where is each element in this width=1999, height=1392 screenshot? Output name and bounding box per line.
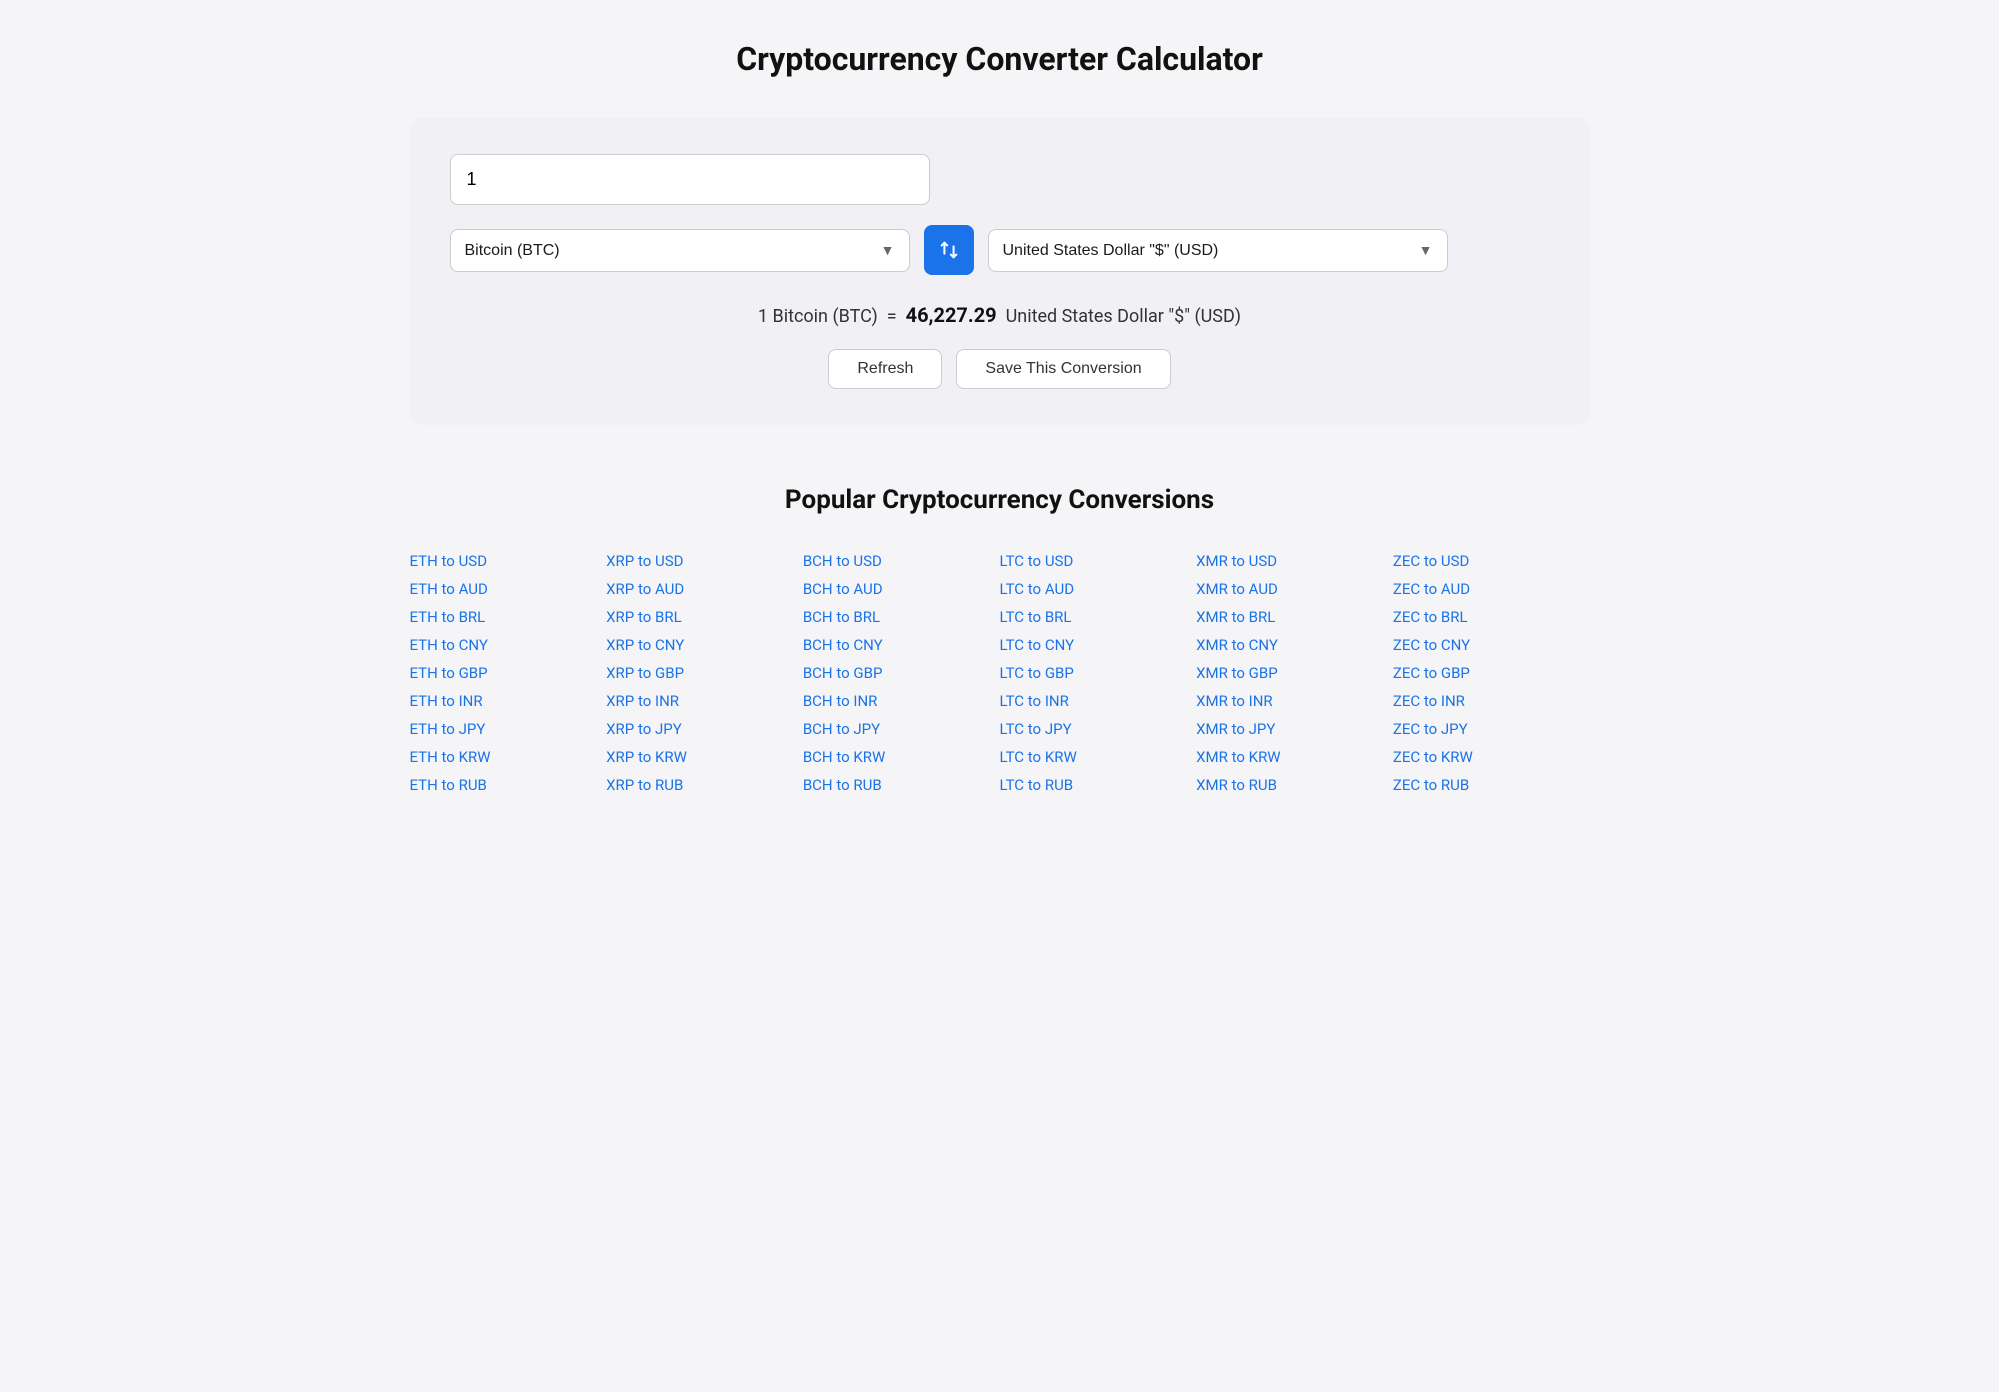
list-item[interactable]: XRP to AUD bbox=[606, 575, 803, 603]
list-item[interactable]: XRP to RUB bbox=[606, 771, 803, 799]
list-item[interactable]: XMR to RUB bbox=[1196, 771, 1393, 799]
list-item[interactable]: XMR to JPY bbox=[1196, 715, 1393, 743]
swap-button[interactable] bbox=[924, 225, 974, 275]
selectors-row: Bitcoin (BTC) ▼ United States Dollar "$"… bbox=[450, 225, 1550, 275]
list-item[interactable]: XMR to KRW bbox=[1196, 743, 1393, 771]
list-item[interactable]: ZEC to INR bbox=[1393, 687, 1590, 715]
list-item[interactable]: XRP to USD bbox=[606, 547, 803, 575]
conversions-grid: ETH to USDETH to AUDETH to BRLETH to CNY… bbox=[410, 547, 1590, 799]
list-item[interactable]: LTC to AUD bbox=[1000, 575, 1197, 603]
list-item[interactable]: ZEC to CNY bbox=[1393, 631, 1590, 659]
list-item[interactable]: ZEC to USD bbox=[1393, 547, 1590, 575]
list-item[interactable]: XMR to USD bbox=[1196, 547, 1393, 575]
list-item[interactable]: LTC to BRL bbox=[1000, 603, 1197, 631]
list-item[interactable]: ZEC to RUB bbox=[1393, 771, 1590, 799]
page-title: Cryptocurrency Converter Calculator bbox=[410, 40, 1590, 78]
list-item[interactable]: ETH to INR bbox=[410, 687, 607, 715]
save-conversion-button[interactable]: Save This Conversion bbox=[956, 349, 1170, 389]
result-from-label: 1 Bitcoin (BTC) bbox=[758, 306, 878, 327]
list-item[interactable]: BCH to USD bbox=[803, 547, 1000, 575]
list-item[interactable]: ETH to CNY bbox=[410, 631, 607, 659]
conversion-column-0: ETH to USDETH to AUDETH to BRLETH to CNY… bbox=[410, 547, 607, 799]
list-item[interactable]: LTC to INR bbox=[1000, 687, 1197, 715]
list-item[interactable]: ZEC to KRW bbox=[1393, 743, 1590, 771]
list-item[interactable]: LTC to KRW bbox=[1000, 743, 1197, 771]
refresh-button[interactable]: Refresh bbox=[828, 349, 942, 389]
list-item[interactable]: BCH to GBP bbox=[803, 659, 1000, 687]
list-item[interactable]: BCH to BRL bbox=[803, 603, 1000, 631]
list-item[interactable]: ETH to GBP bbox=[410, 659, 607, 687]
list-item[interactable]: ETH to JPY bbox=[410, 715, 607, 743]
action-buttons: Refresh Save This Conversion bbox=[450, 349, 1550, 389]
list-item[interactable]: XRP to JPY bbox=[606, 715, 803, 743]
list-item[interactable]: XRP to INR bbox=[606, 687, 803, 715]
list-item[interactable]: XRP to KRW bbox=[606, 743, 803, 771]
list-item[interactable]: ETH to BRL bbox=[410, 603, 607, 631]
list-item[interactable]: ETH to KRW bbox=[410, 743, 607, 771]
conversion-column-5: ZEC to USDZEC to AUDZEC to BRLZEC to CNY… bbox=[1393, 547, 1590, 799]
list-item[interactable]: ETH to AUD bbox=[410, 575, 607, 603]
result-row: 1 Bitcoin (BTC) = 46,227.29 United State… bbox=[450, 303, 1550, 327]
conversion-column-4: XMR to USDXMR to AUDXMR to BRLXMR to CNY… bbox=[1196, 547, 1393, 799]
list-item[interactable]: ETH to USD bbox=[410, 547, 607, 575]
list-item[interactable]: XMR to CNY bbox=[1196, 631, 1393, 659]
list-item[interactable]: XMR to INR bbox=[1196, 687, 1393, 715]
list-item[interactable]: ZEC to BRL bbox=[1393, 603, 1590, 631]
conversion-column-3: LTC to USDLTC to AUDLTC to BRLLTC to CNY… bbox=[1000, 547, 1197, 799]
amount-input[interactable] bbox=[450, 154, 930, 205]
to-currency-select[interactable]: United States Dollar "$" (USD) bbox=[1003, 242, 1433, 259]
list-item[interactable]: BCH to KRW bbox=[803, 743, 1000, 771]
conversion-column-1: XRP to USDXRP to AUDXRP to BRLXRP to CNY… bbox=[606, 547, 803, 799]
list-item[interactable]: XMR to BRL bbox=[1196, 603, 1393, 631]
result-value: 46,227.29 bbox=[906, 303, 997, 327]
result-equals: = bbox=[887, 306, 897, 327]
list-item[interactable]: ETH to RUB bbox=[410, 771, 607, 799]
list-item[interactable]: XRP to GBP bbox=[606, 659, 803, 687]
converter-card: Bitcoin (BTC) ▼ United States Dollar "$"… bbox=[410, 118, 1590, 425]
list-item[interactable]: LTC to JPY bbox=[1000, 715, 1197, 743]
list-item[interactable]: BCH to CNY bbox=[803, 631, 1000, 659]
list-item[interactable]: XRP to CNY bbox=[606, 631, 803, 659]
list-item[interactable]: BCH to JPY bbox=[803, 715, 1000, 743]
popular-section: Popular Cryptocurrency Conversions ETH t… bbox=[410, 485, 1590, 799]
from-currency-wrapper: Bitcoin (BTC) ▼ bbox=[450, 229, 910, 272]
list-item[interactable]: XMR to AUD bbox=[1196, 575, 1393, 603]
list-item[interactable]: ZEC to JPY bbox=[1393, 715, 1590, 743]
from-currency-select[interactable]: Bitcoin (BTC) bbox=[465, 242, 895, 259]
to-currency-wrapper: United States Dollar "$" (USD) ▼ bbox=[988, 229, 1448, 272]
list-item[interactable]: XMR to GBP bbox=[1196, 659, 1393, 687]
list-item[interactable]: LTC to GBP bbox=[1000, 659, 1197, 687]
result-to-currency: United States Dollar "$" (USD) bbox=[1006, 306, 1242, 327]
swap-icon bbox=[938, 239, 960, 261]
list-item[interactable]: BCH to AUD bbox=[803, 575, 1000, 603]
conversion-column-2: BCH to USDBCH to AUDBCH to BRLBCH to CNY… bbox=[803, 547, 1000, 799]
list-item[interactable]: LTC to CNY bbox=[1000, 631, 1197, 659]
list-item[interactable]: LTC to RUB bbox=[1000, 771, 1197, 799]
popular-title: Popular Cryptocurrency Conversions bbox=[410, 485, 1590, 515]
list-item[interactable]: LTC to USD bbox=[1000, 547, 1197, 575]
list-item[interactable]: BCH to RUB bbox=[803, 771, 1000, 799]
list-item[interactable]: ZEC to GBP bbox=[1393, 659, 1590, 687]
list-item[interactable]: XRP to BRL bbox=[606, 603, 803, 631]
list-item[interactable]: ZEC to AUD bbox=[1393, 575, 1590, 603]
list-item[interactable]: BCH to INR bbox=[803, 687, 1000, 715]
